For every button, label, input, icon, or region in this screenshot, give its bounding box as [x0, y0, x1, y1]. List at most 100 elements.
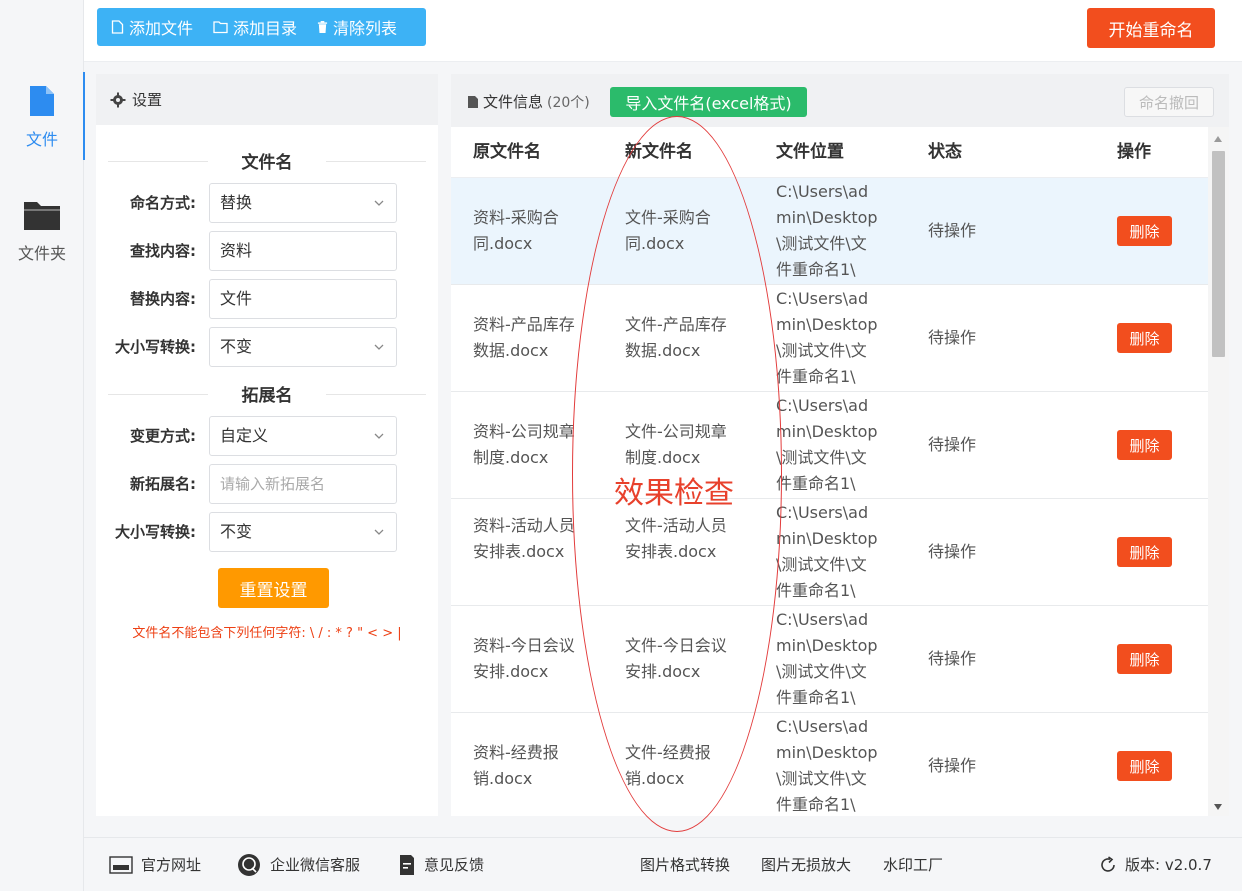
- file-outline-icon: [111, 20, 124, 34]
- ext-case-label: 大小写转换:: [115, 523, 196, 541]
- gear-icon: [110, 92, 126, 107]
- table-body: 资料-采购合同.docx 文件-采购合同.docx C:\Users\admin…: [451, 178, 1208, 816]
- table-row[interactable]: 资料-产品库存数据.docx 文件-产品库存数据.docx C:\Users\a…: [451, 285, 1208, 392]
- scroll-down-icon[interactable]: [1214, 804, 1222, 810]
- new-name-cell: 文件-公司规章制度.docx: [625, 422, 727, 467]
- reset-settings-button[interactable]: 重置设置: [218, 568, 329, 608]
- undo-rename-button[interactable]: 命名撤回: [1124, 87, 1214, 117]
- location-cell: C:\Users\admin\Desktop\测试文件\文件重命名1\: [776, 182, 878, 279]
- clear-list-label: 清除列表: [333, 19, 398, 38]
- col-original-name: 原文件名: [473, 142, 541, 162]
- nav-file-label: 文件: [25, 130, 58, 149]
- table-row[interactable]: 资料-公司规章制度.docx 文件-公司规章制度.docx C:\Users\a…: [451, 392, 1208, 499]
- case-row: 大小写转换: 不变: [96, 327, 438, 367]
- newext-label: 新拓展名:: [130, 475, 196, 493]
- naming-value: 替换: [220, 193, 253, 212]
- website-label: 官方网址: [141, 856, 202, 874]
- website-link[interactable]: 官方网址: [109, 838, 201, 891]
- scroll-up-icon[interactable]: [1214, 136, 1222, 142]
- wechat-support-label: 企业微信客服: [270, 856, 361, 874]
- change-select[interactable]: 自定义: [209, 416, 397, 456]
- naming-select[interactable]: 替换: [209, 183, 397, 223]
- original-name-cell: 资料-采购合同.docx: [473, 208, 559, 253]
- newext-input[interactable]: 请输入新拓展名: [209, 464, 397, 504]
- nav-folder-label: 文件夹: [17, 244, 66, 263]
- location-cell: C:\Users\admin\Desktop\测试文件\文件重命名1\: [776, 289, 878, 386]
- side-nav: 文件 文件夹: [0, 0, 85, 891]
- replace-label: 替换内容:: [130, 290, 196, 308]
- chevron-down-icon: [374, 344, 384, 350]
- delete-row-button[interactable]: 删除: [1117, 537, 1172, 567]
- delete-row-button[interactable]: 删除: [1117, 751, 1172, 781]
- wechat-support-link[interactable]: 企业微信客服: [236, 838, 360, 891]
- col-status: 状态: [928, 142, 962, 162]
- add-file-button[interactable]: 添加文件: [111, 15, 193, 39]
- scroll-thumb[interactable]: [1212, 151, 1225, 357]
- table-row[interactable]: 资料-今日会议安排.docx 文件-今日会议安排.docx C:\Users\a…: [451, 606, 1208, 713]
- case-select[interactable]: 不变: [209, 327, 397, 367]
- document-icon: [468, 95, 478, 108]
- clear-list-button[interactable]: 清除列表: [317, 15, 397, 39]
- find-input[interactable]: 资料: [209, 231, 397, 271]
- table-row[interactable]: 资料-活动人员安排表.docx 文件-活动人员安排表.docx C:\Users…: [451, 499, 1208, 606]
- new-name-cell: 文件-采购合同.docx: [625, 208, 711, 253]
- start-rename-button[interactable]: 开始重命名: [1087, 8, 1215, 48]
- col-location: 文件位置: [776, 142, 844, 162]
- file-tool-group: 添加文件 添加目录 清除列表: [97, 8, 426, 46]
- delete-row-button[interactable]: 删除: [1117, 430, 1172, 460]
- file-icon: [30, 86, 54, 116]
- case-value: 不变: [220, 337, 253, 356]
- original-name-cell: 资料-今日会议安排.docx: [473, 636, 575, 681]
- replace-input[interactable]: 文件: [209, 279, 397, 319]
- trash-icon: [317, 21, 328, 33]
- image-convert-link[interactable]: 图片格式转换: [640, 838, 730, 891]
- feedback-icon: [400, 855, 414, 875]
- table-row[interactable]: 资料-采购合同.docx 文件-采购合同.docx C:\Users\admin…: [451, 178, 1208, 285]
- ext-case-row: 大小写转换: 不变: [96, 512, 438, 552]
- file-info-title: 文件信息 (20个): [467, 91, 590, 112]
- settings-header: 设置: [96, 74, 438, 125]
- feedback-link[interactable]: 意见反馈: [398, 838, 484, 891]
- col-action: 操作: [1117, 142, 1151, 162]
- nav-folder[interactable]: 文件夹: [0, 198, 84, 264]
- invalid-chars-warning: 文件名不能包含下列任何字符: \ / : * ? " < > |: [132, 626, 402, 641]
- chevron-down-icon: [374, 200, 384, 206]
- new-name-cell: 文件-经费报销.docx: [625, 743, 711, 788]
- table-row[interactable]: 资料-经费报销.docx 文件-经费报销.docx C:\Users\admin…: [451, 713, 1208, 816]
- new-name-cell: 文件-今日会议安排.docx: [625, 636, 727, 681]
- status-cell: 待操作: [928, 221, 977, 240]
- ext-case-select[interactable]: 不变: [209, 512, 397, 552]
- section-extension: 拓展名: [96, 381, 438, 406]
- settings-title: 设置: [132, 91, 163, 109]
- location-cell: C:\Users\admin\Desktop\测试文件\文件重命名1\: [776, 396, 878, 493]
- chat-icon: [238, 854, 260, 876]
- original-name-cell: 资料-公司规章制度.docx: [473, 422, 575, 467]
- annotation-label: 效果检查: [614, 476, 734, 511]
- naming-row: 命名方式: 替换: [96, 183, 438, 223]
- location-cell: C:\Users\admin\Desktop\测试文件\文件重命名1\: [776, 717, 878, 814]
- delete-row-button[interactable]: 删除: [1117, 216, 1172, 246]
- section-filename-label: 文件名: [241, 153, 293, 173]
- add-dir-button[interactable]: 添加目录: [213, 15, 297, 39]
- import-excel-button[interactable]: 导入文件名(excel格式): [610, 87, 807, 117]
- website-icon: [109, 856, 133, 874]
- table-header: 原文件名 新文件名 文件位置 状态 操作: [451, 127, 1208, 178]
- vertical-scrollbar[interactable]: [1208, 127, 1229, 816]
- delete-row-button[interactable]: 删除: [1117, 644, 1172, 674]
- image-enlarge-link[interactable]: 图片无损放大: [761, 838, 851, 891]
- section-filename: 文件名: [96, 148, 438, 173]
- col-new-name: 新文件名: [625, 142, 693, 162]
- replace-row: 替换内容: 文件: [96, 279, 438, 319]
- status-cell: 待操作: [928, 649, 977, 668]
- delete-row-button[interactable]: 删除: [1117, 323, 1172, 353]
- location-cell: C:\Users\admin\Desktop\测试文件\文件重命名1\: [776, 610, 878, 707]
- status-cell: 待操作: [928, 542, 977, 561]
- version-info[interactable]: 版本: v2.0.7: [1099, 838, 1212, 891]
- watermark-link[interactable]: 水印工厂: [883, 838, 943, 891]
- change-label: 变更方式:: [130, 427, 196, 445]
- status-cell: 待操作: [928, 328, 977, 347]
- status-cell: 待操作: [928, 756, 977, 775]
- new-name-cell: 文件-活动人员安排表.docx: [625, 516, 727, 561]
- nav-file[interactable]: 文件: [0, 72, 85, 160]
- chevron-down-icon: [374, 529, 384, 535]
